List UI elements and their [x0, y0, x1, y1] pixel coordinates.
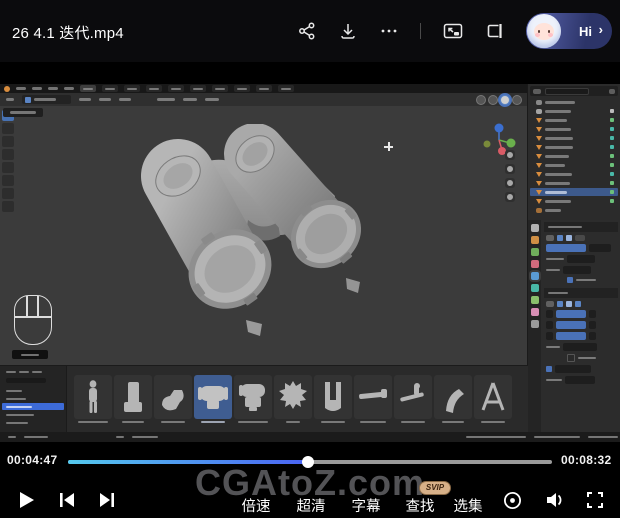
properties-tab-strip	[528, 220, 541, 432]
more-icon[interactable]	[379, 21, 399, 41]
topbar-actions: Hi ›	[297, 12, 612, 50]
mouse-indicator-label	[12, 350, 48, 359]
asset-browser	[0, 365, 528, 433]
quality-button[interactable]: 超清	[291, 495, 331, 516]
pip-icon[interactable]	[442, 21, 464, 41]
asset-thumb-bracket	[154, 375, 192, 419]
volume-icon[interactable]	[543, 489, 565, 516]
video-player: CGAtoZ.com 00:04:47 00:08:32 倍速 超清 字幕 查找…	[0, 62, 620, 518]
asset-thumb-clamp	[314, 375, 352, 419]
hi-label: Hi	[579, 24, 592, 39]
progress-handle[interactable]	[302, 456, 314, 468]
current-time: 00:04:47	[7, 453, 57, 467]
blender-right-panel	[527, 84, 620, 432]
mode-dropdown	[22, 95, 71, 104]
find-button[interactable]: 查找	[400, 495, 440, 516]
miniplayer-icon[interactable]	[485, 21, 505, 41]
next-icon[interactable]	[96, 489, 118, 516]
window-topbar: 26 4.1 迭代.mp4	[0, 0, 620, 62]
mouse-indicator-overlay	[14, 295, 52, 345]
episodes-button[interactable]: 选集	[448, 495, 488, 516]
blender-logo-icon	[4, 86, 10, 92]
asset-thumb-cylinder	[114, 375, 152, 419]
chevron-right-icon: ›	[599, 22, 603, 37]
asset-thumb-tank-selected	[194, 375, 232, 419]
subtitles-button[interactable]: 字幕	[346, 495, 386, 516]
fullscreen-icon[interactable]	[585, 490, 605, 515]
video-frame-blender	[0, 84, 620, 442]
asset-thumb-rod	[354, 375, 392, 419]
progress-bar[interactable]	[68, 460, 552, 464]
asset-thumb-figure	[74, 375, 112, 419]
binoculars-3d-model	[130, 124, 400, 364]
play-icon[interactable]	[14, 488, 38, 517]
account-hi-button[interactable]: Hi ›	[526, 13, 612, 49]
asset-thumb-frame	[474, 375, 512, 419]
share-icon[interactable]	[297, 21, 317, 41]
asset-category-selected	[2, 403, 64, 410]
asset-browser-sidebar	[0, 366, 67, 433]
video-cursor-icon	[384, 142, 393, 151]
record-icon[interactable]	[502, 490, 523, 516]
download-icon[interactable]	[338, 21, 358, 41]
viewport-options-overlay	[3, 108, 43, 117]
previous-icon[interactable]	[56, 489, 78, 516]
asset-thumb-tank2	[234, 375, 272, 419]
tool-strip	[2, 110, 15, 214]
blender-statusbar	[0, 432, 620, 442]
total-time: 00:08:32	[561, 453, 611, 467]
properties-editor	[528, 220, 620, 432]
asset-thumb-curve	[434, 375, 472, 419]
viewport-shading-icons	[476, 95, 522, 105]
topbar-divider	[420, 23, 421, 39]
avatar	[527, 14, 561, 48]
asset-thumb-tool	[394, 375, 432, 419]
asset-thumb-mech	[274, 375, 312, 419]
svip-badge: SVIP	[419, 481, 451, 495]
outliner-selected-row	[530, 188, 618, 196]
speed-button[interactable]: 倍速	[236, 495, 276, 516]
viewport-nav-icons	[505, 150, 515, 206]
progress-fill	[68, 460, 308, 464]
video-title: 26 4.1 迭代.mp4	[12, 22, 124, 43]
outliner-header	[530, 86, 618, 96]
